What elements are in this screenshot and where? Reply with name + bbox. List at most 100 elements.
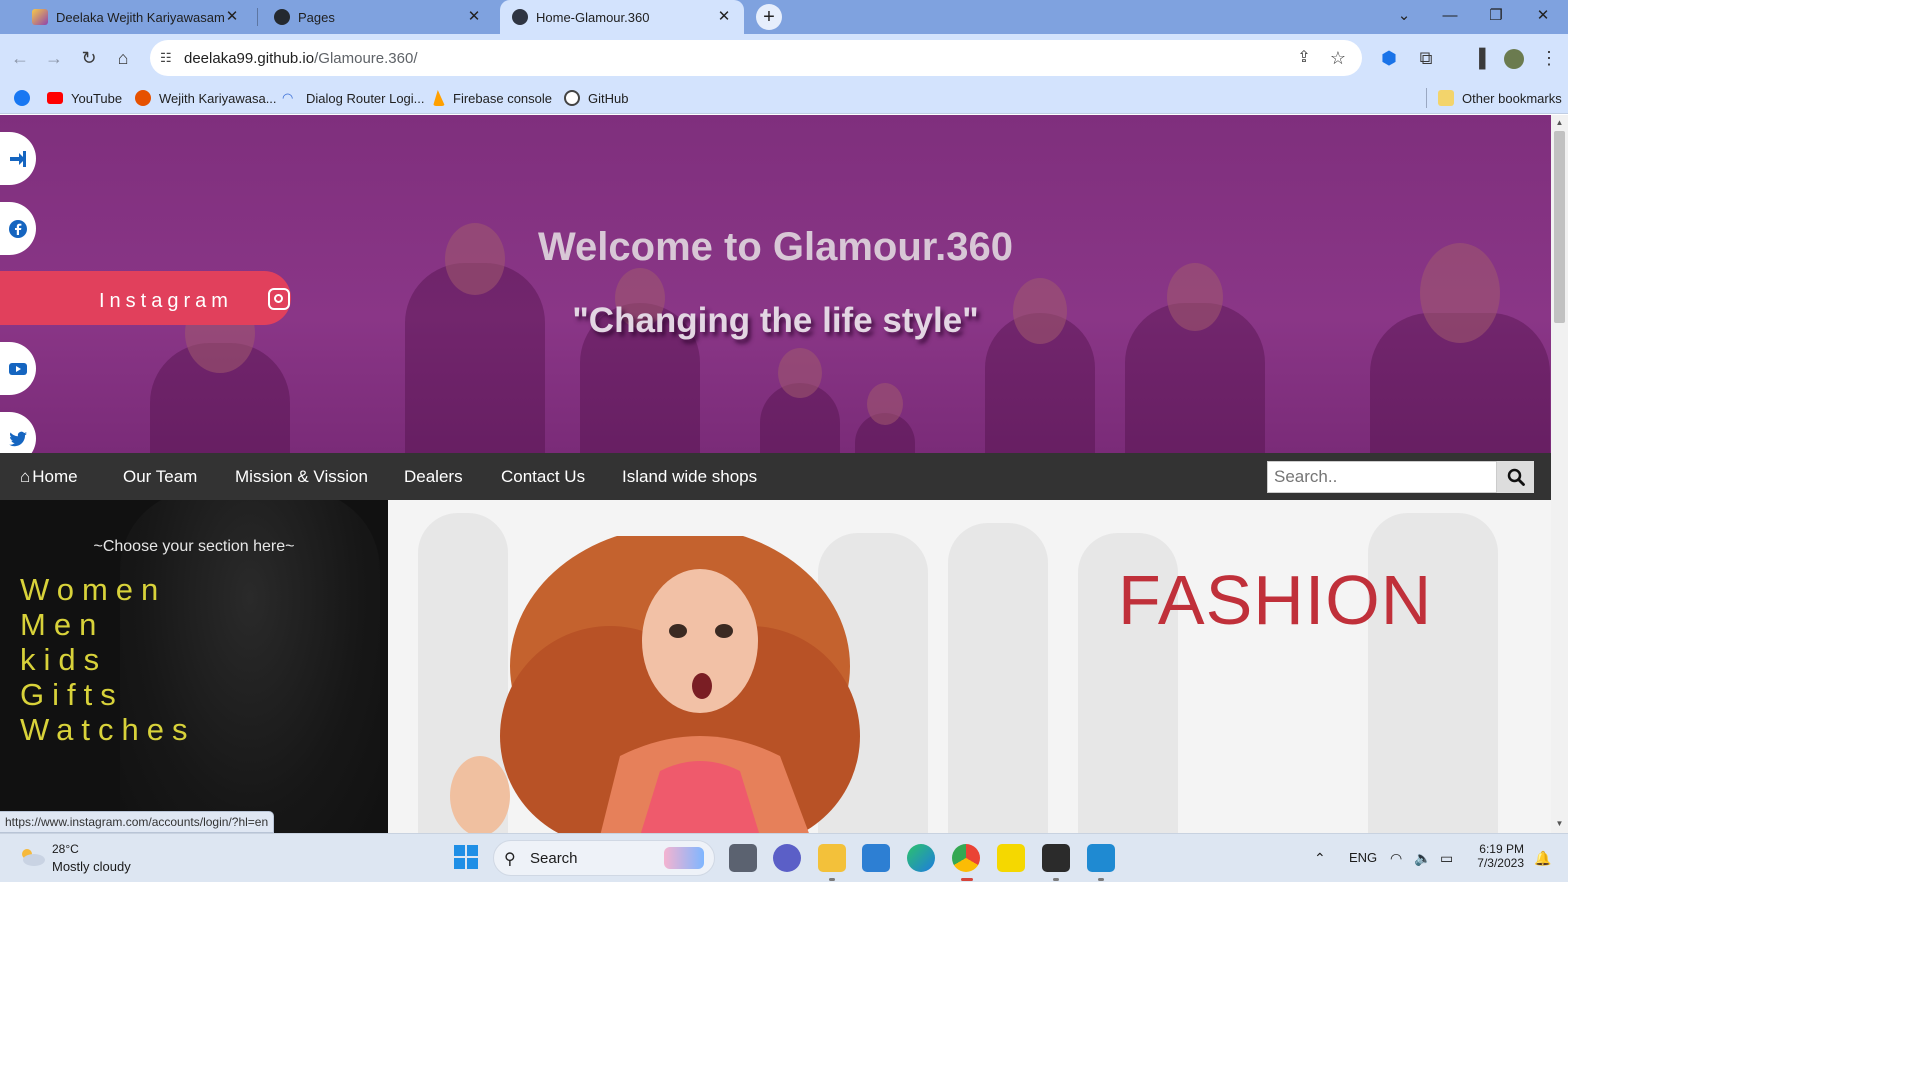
teams-chat-icon[interactable] bbox=[773, 844, 801, 872]
home-icon: ⌂ bbox=[20, 467, 31, 486]
extension-shield-icon[interactable]: ⬢ bbox=[1377, 46, 1401, 70]
youtube-icon bbox=[9, 363, 27, 375]
tab-home-glamour[interactable]: Home-Glamour.360 ✕ bbox=[500, 0, 744, 34]
bookmark-youtube[interactable]: YouTube bbox=[47, 88, 122, 108]
clock-date: 7/3/2023 bbox=[1477, 856, 1524, 870]
nav-island-wide-shops[interactable]: Island wide shops bbox=[622, 453, 757, 500]
scroll-down-arrow-icon[interactable]: ▼ bbox=[1551, 817, 1568, 831]
folder-icon bbox=[1438, 90, 1454, 106]
close-icon[interactable]: ✕ bbox=[716, 9, 732, 25]
bookmark-divider bbox=[1426, 88, 1427, 108]
taskbar-search[interactable]: ⚲ Search bbox=[493, 840, 715, 876]
facebook-icon bbox=[9, 220, 27, 238]
wifi-icon: ◠ bbox=[282, 90, 294, 105]
edge-browser-icon[interactable] bbox=[907, 844, 935, 872]
side-panel-icon[interactable]: ▐ bbox=[1467, 46, 1491, 70]
section-link-women[interactable]: Women bbox=[20, 572, 195, 607]
sign-in-icon bbox=[10, 151, 26, 167]
section-link-kids[interactable]: kids bbox=[20, 642, 195, 677]
close-window-button[interactable]: ✕ bbox=[1520, 0, 1566, 34]
system-clock[interactable]: 6:19 PM 7/3/2023 bbox=[1464, 842, 1524, 870]
tab-search-chevron-icon[interactable]: ⌄ bbox=[1381, 0, 1427, 34]
tray-chevron-up-icon[interactable]: ⌃ bbox=[1314, 850, 1326, 867]
chrome-browser-icon[interactable] bbox=[952, 844, 980, 872]
bookmark-firebase[interactable]: Firebase console bbox=[433, 88, 552, 108]
url-host: deelaka99.github.io bbox=[184, 50, 315, 67]
terminal-icon[interactable] bbox=[1042, 844, 1070, 872]
profile-avatar[interactable] bbox=[1502, 46, 1526, 70]
tab-title: Home-Glamour.360 bbox=[536, 9, 650, 25]
minimize-button[interactable]: — bbox=[1427, 0, 1473, 34]
hero-model-figure bbox=[150, 293, 290, 453]
globe-icon bbox=[512, 9, 528, 25]
scrollbar-thumb[interactable] bbox=[1554, 131, 1565, 323]
back-arrow-icon[interactable]: ← bbox=[8, 46, 32, 70]
search-button[interactable] bbox=[1497, 461, 1534, 493]
nav-our-team[interactable]: Our Team bbox=[123, 453, 197, 500]
tab-portfolio[interactable]: Deelaka Wejith Kariyawasam's Portfolio ✕ bbox=[20, 0, 252, 34]
close-icon[interactable]: ✕ bbox=[466, 9, 482, 25]
language-indicator[interactable]: ENG bbox=[1349, 850, 1377, 865]
running-indicator bbox=[829, 878, 835, 881]
home-icon[interactable]: ⌂ bbox=[111, 46, 135, 70]
volume-icon[interactable]: 🔈 bbox=[1414, 850, 1431, 867]
search-icon: ⚲ bbox=[504, 851, 516, 868]
nav-home[interactable]: ⌂ Home bbox=[20, 453, 78, 500]
notifications-icon[interactable]: 🔔 bbox=[1534, 850, 1551, 867]
bookmark-label: Dialog Router Logi... bbox=[306, 90, 425, 106]
nav-dealers[interactable]: Dealers bbox=[404, 453, 463, 500]
nav-mission-vission[interactable]: Mission & Vission bbox=[235, 453, 368, 500]
github-icon bbox=[274, 9, 290, 25]
new-tab-button[interactable]: + bbox=[756, 4, 782, 30]
bookmark-facebook[interactable] bbox=[14, 88, 38, 108]
hero-model-figure bbox=[405, 223, 545, 453]
page-scrollbar[interactable]: ▲ ▼ bbox=[1551, 115, 1568, 833]
fashion-banner: FASHION bbox=[388, 500, 1551, 833]
site-search-box bbox=[1267, 461, 1497, 493]
hero-model-figure bbox=[855, 383, 915, 453]
address-bar[interactable]: ☷ deelaka99.github.io/Glamoure.360/ ⇪ ☆ bbox=[150, 40, 1362, 76]
bookmark-label: YouTube bbox=[71, 90, 123, 106]
task-view-icon[interactable] bbox=[729, 844, 757, 872]
link-status-bubble: https://www.instagram.com/accounts/login… bbox=[0, 811, 275, 833]
site-navbar: ⌂ Home Our Team Mission & Vission Dealers… bbox=[0, 453, 1551, 500]
tab-pages[interactable]: Pages ✕ bbox=[262, 0, 494, 34]
scroll-up-arrow-icon[interactable]: ▲ bbox=[1551, 116, 1568, 130]
sidebar-caption: ~Choose your section here~ bbox=[93, 538, 295, 555]
wifi-icon[interactable]: ◠ bbox=[1390, 850, 1402, 867]
site-search-input[interactable] bbox=[1268, 462, 1496, 492]
windows-start-button[interactable] bbox=[453, 844, 481, 872]
close-icon[interactable]: ✕ bbox=[224, 9, 240, 25]
extensions-puzzle-icon[interactable]: ⧉ bbox=[1414, 46, 1438, 70]
bookmark-github[interactable]: GitHub bbox=[564, 88, 628, 108]
reload-icon[interactable]: ↻ bbox=[77, 46, 101, 70]
instagram-icon bbox=[268, 288, 290, 310]
vscode-icon[interactable] bbox=[1087, 844, 1115, 872]
menu-kebab-icon[interactable]: ⋮ bbox=[1537, 46, 1561, 70]
file-explorer-icon[interactable] bbox=[818, 844, 846, 872]
section-link-men[interactable]: Men bbox=[20, 607, 195, 642]
bookmark-dialog-router[interactable]: ◠ Dialog Router Logi... bbox=[282, 88, 425, 108]
banner-model-image bbox=[450, 536, 860, 833]
nav-contact-us[interactable]: Contact Us bbox=[501, 453, 585, 500]
bookmark-star-icon[interactable]: ☆ bbox=[1326, 46, 1350, 70]
instagram-social-button[interactable]: Instagram bbox=[0, 271, 291, 325]
site-settings-icon[interactable]: ☷ bbox=[160, 50, 176, 66]
share-icon[interactable]: ⇪ bbox=[1292, 46, 1316, 70]
forward-arrow-icon[interactable]: → bbox=[42, 46, 66, 70]
active-indicator bbox=[961, 878, 973, 881]
battery-icon[interactable]: ▭ bbox=[1440, 850, 1453, 867]
page-viewport: Welcome to Glamour.360 "Changing the lif… bbox=[0, 115, 1551, 833]
section-link-gifts[interactable]: Gifts bbox=[20, 677, 195, 712]
bookmark-portfolio[interactable]: Wejith Kariyawasa... bbox=[135, 88, 277, 108]
hero-title: Welcome to Glamour.360 bbox=[538, 225, 1013, 269]
facebook-icon bbox=[14, 90, 30, 106]
section-list: Women Men kids Gifts Watches bbox=[20, 572, 195, 747]
other-bookmarks-folder[interactable]: Other bookmarks bbox=[1438, 88, 1562, 108]
restore-button[interactable]: ❐ bbox=[1473, 0, 1519, 34]
player-app-icon[interactable] bbox=[997, 844, 1025, 872]
url-path: /Glamoure.360/ bbox=[314, 50, 418, 67]
microsoft-store-icon[interactable] bbox=[862, 844, 890, 872]
section-link-watches[interactable]: Watches bbox=[20, 712, 195, 747]
background-figure bbox=[948, 523, 1048, 833]
